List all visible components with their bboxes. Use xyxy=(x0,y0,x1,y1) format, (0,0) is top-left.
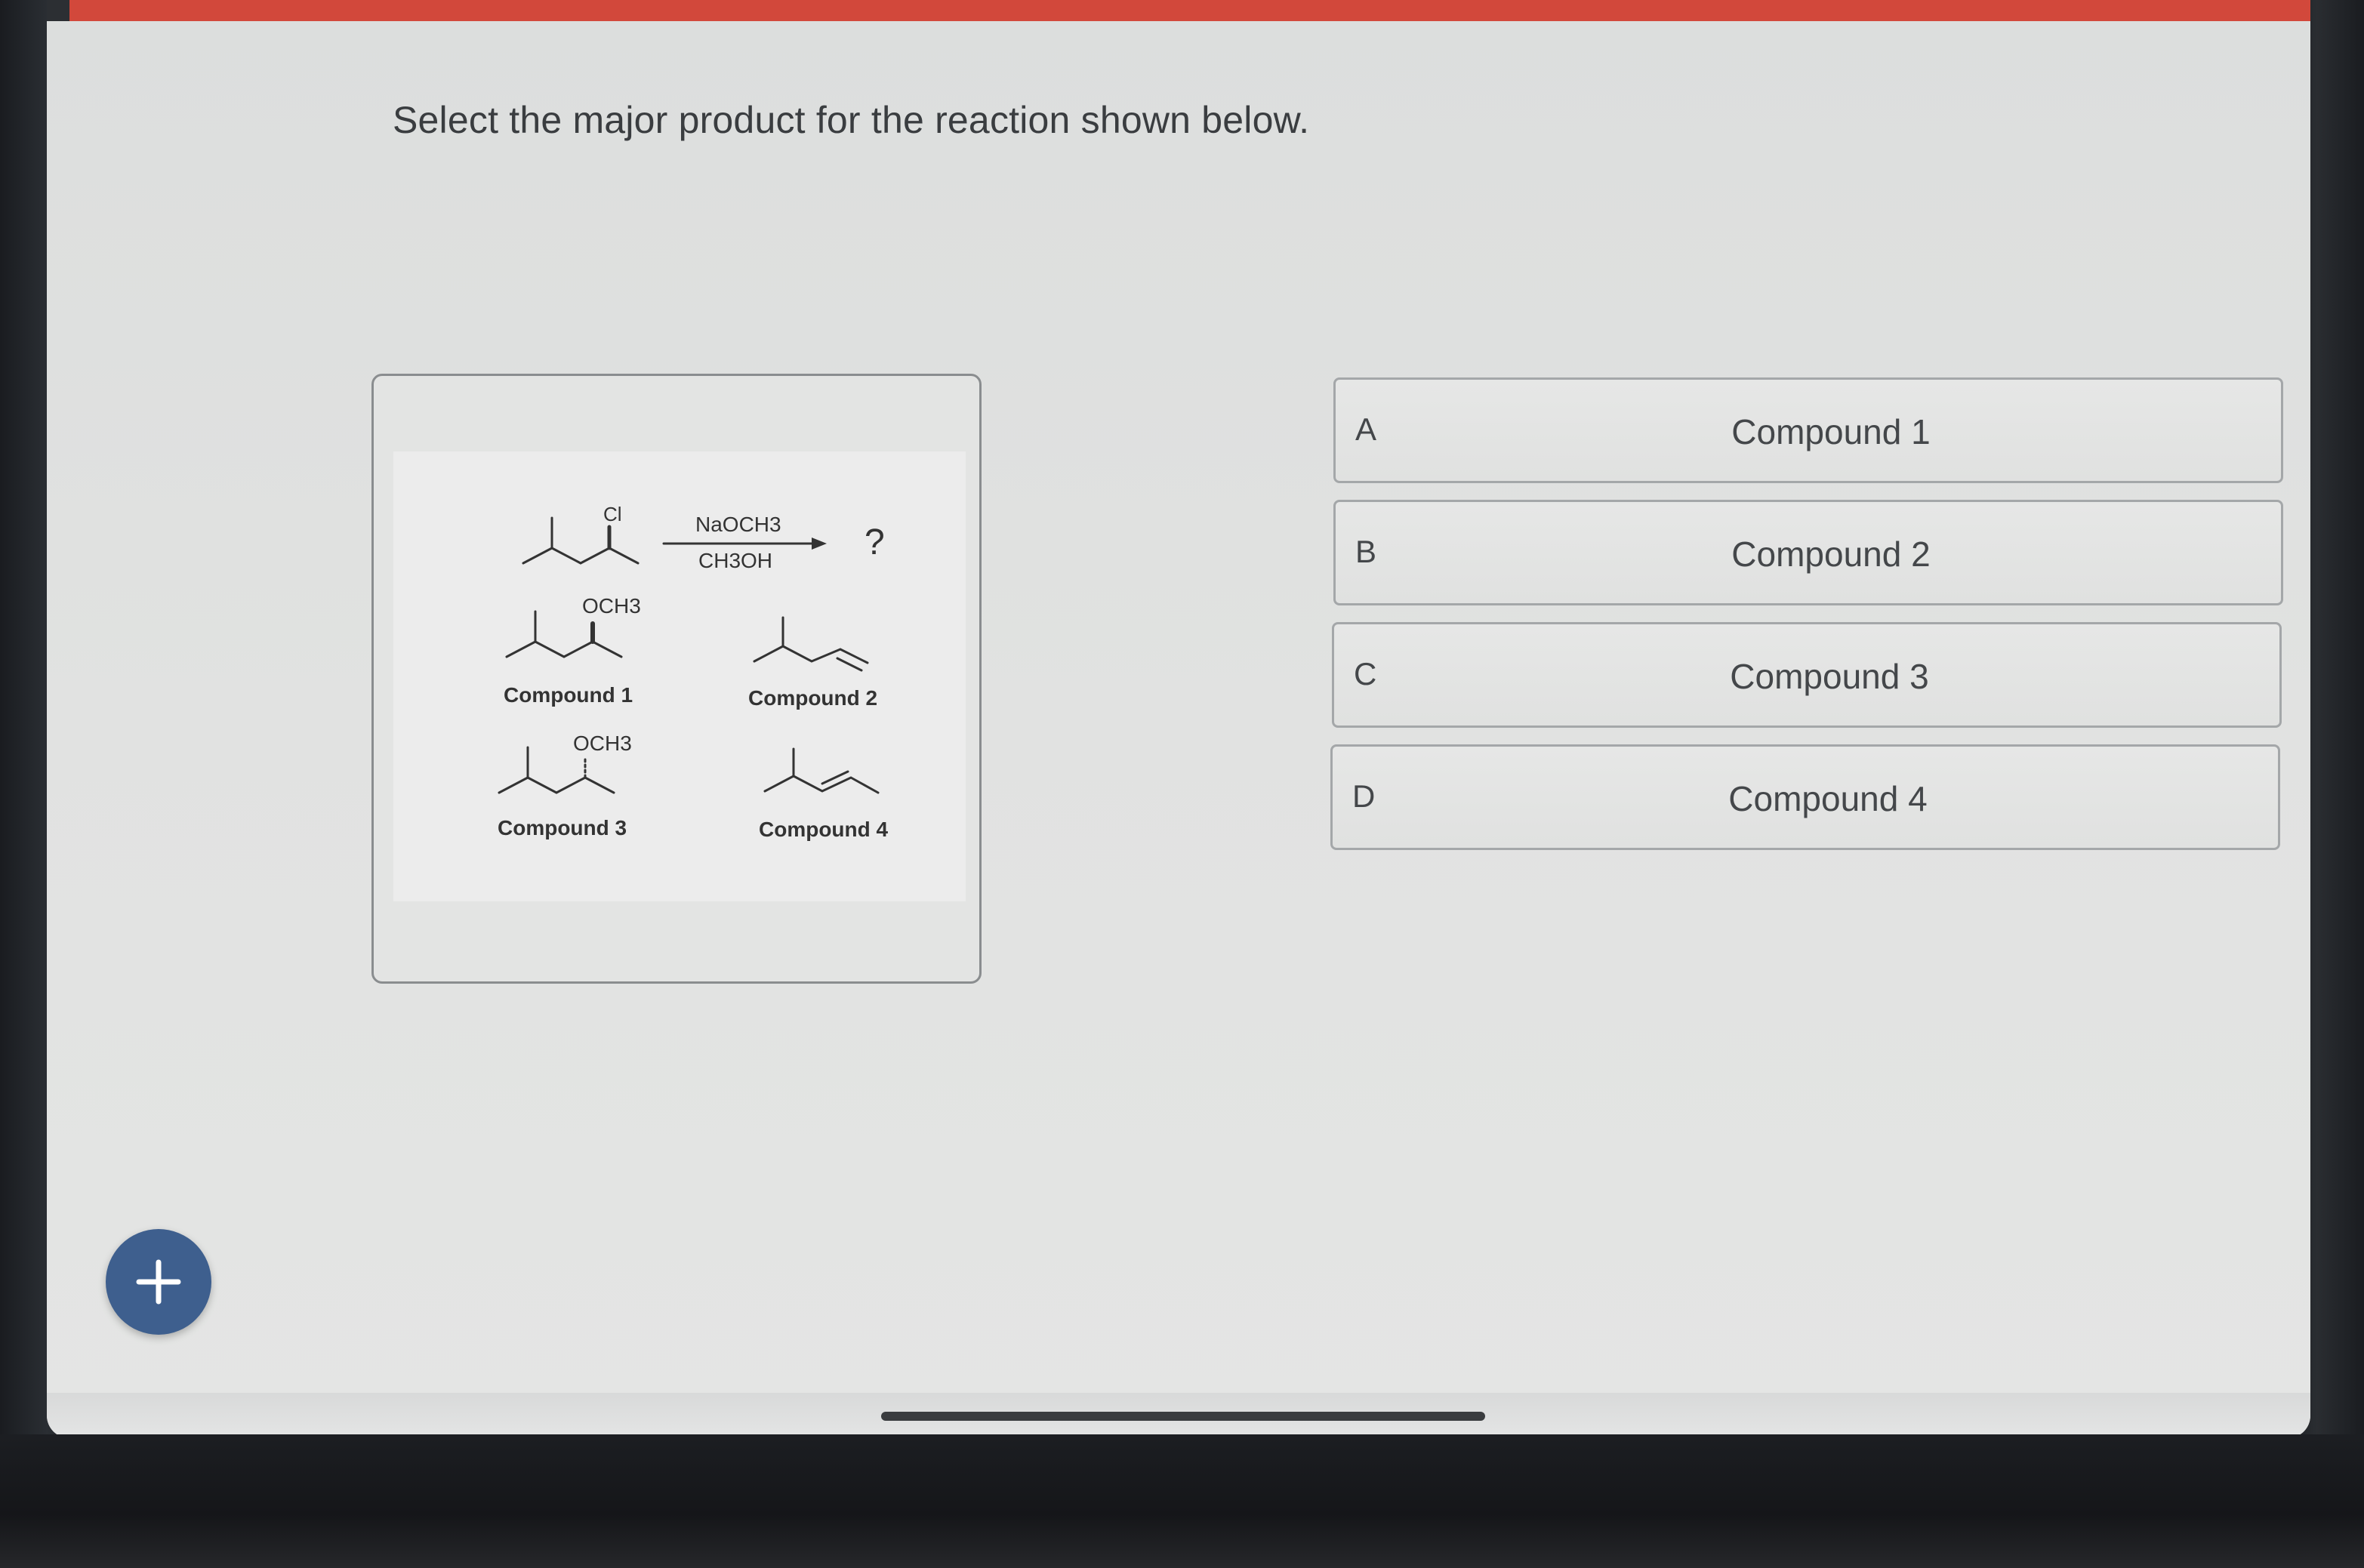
screen: Select the major product for the reactio… xyxy=(47,0,2310,1438)
option-label: Compound 4 xyxy=(1728,779,1928,818)
reaction-image-card: Cl NaOCH3 CH3OH ? OCH3 Compound 1 Compou… xyxy=(371,374,982,984)
top-bar-edge xyxy=(47,0,69,21)
unknown-product-label: ? xyxy=(865,522,885,562)
compound-4-label: Compound 4 xyxy=(759,818,889,841)
compound-3-label: Compound 3 xyxy=(498,816,627,839)
answer-option-b[interactable]: B Compound 2 xyxy=(1333,500,2283,605)
compound-1-substituent: OCH3 xyxy=(582,594,641,618)
home-indicator[interactable] xyxy=(881,1412,1485,1421)
reagent-top-label: NaOCH3 xyxy=(695,513,781,536)
option-label: Compound 3 xyxy=(1730,657,1929,696)
top-progress-bar xyxy=(69,0,2310,21)
device-frame: Select the major product for the reactio… xyxy=(0,0,2364,1568)
reactant-substituent-label: Cl xyxy=(603,503,622,525)
compound-2-structure xyxy=(753,616,869,672)
answer-option-a[interactable]: A Compound 1 xyxy=(1333,377,2283,483)
reagent-bottom-label: CH3OH xyxy=(698,549,772,572)
option-label: Compound 2 xyxy=(1731,534,1931,574)
compound-4-structure xyxy=(763,747,880,794)
compound-1-structure xyxy=(505,610,623,658)
answer-option-c[interactable]: C Compound 3 xyxy=(1332,622,2282,728)
answer-option-d[interactable]: D Compound 4 xyxy=(1330,744,2280,850)
question-text: Select the major product for the reactio… xyxy=(393,99,1310,141)
plus-icon xyxy=(136,1259,181,1305)
compound-2-label: Compound 2 xyxy=(748,686,877,710)
device-bezel-bottom xyxy=(0,1434,2364,1568)
compound-3-substituent: OCH3 xyxy=(573,732,632,755)
reaction-image: Cl NaOCH3 CH3OH ? OCH3 Compound 1 Compou… xyxy=(393,451,966,901)
add-button[interactable] xyxy=(106,1229,211,1335)
compound-1-label: Compound 1 xyxy=(504,683,633,707)
option-label: Compound 1 xyxy=(1731,412,1931,451)
